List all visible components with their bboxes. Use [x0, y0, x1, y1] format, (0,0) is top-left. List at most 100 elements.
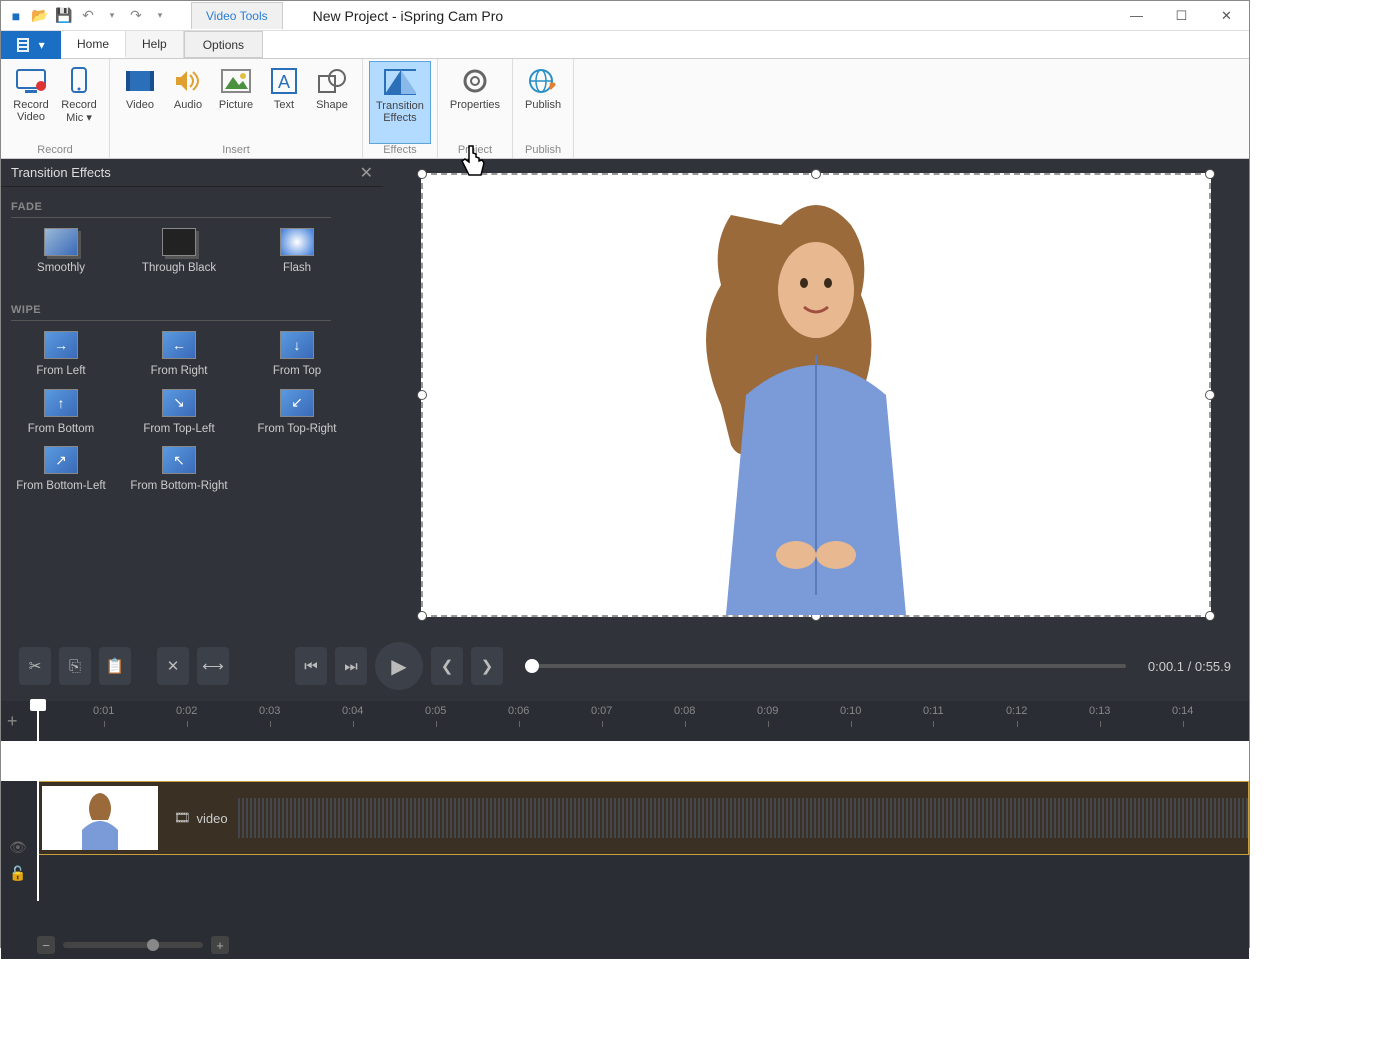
insert-audio-button[interactable]: Audio [164, 61, 212, 144]
picture-icon [220, 65, 252, 97]
effect-from-top-left[interactable]: ↘From Top-Left [129, 389, 229, 437]
publish-label: Publish [525, 99, 561, 111]
zoom-in-button[interactable]: + [211, 936, 229, 954]
effect-from-top-right[interactable]: ↙From Top-Right [247, 389, 347, 437]
effect-from-bottom-left[interactable]: ↗From Bottom-Left [11, 446, 111, 494]
insert-video-label: Video [126, 99, 154, 111]
cut-button[interactable]: ✂ [19, 647, 51, 685]
track-lock-icon[interactable]: 🔓 [9, 865, 26, 882]
zoom-slider[interactable] [63, 942, 203, 948]
effect-from-bottom-right[interactable]: ↖From Bottom-Right [129, 446, 229, 494]
panel-body: FADE Smoothly Through Black Flash WIPE →… [1, 187, 383, 631]
playhead[interactable] [37, 701, 39, 901]
player-controls: ✂ ⎘ 📋 ✕ ⟷ ⏮ ⏭ ▶ ❮ ❯ 0:00.1 / 0:55.9 [1, 631, 1249, 701]
fade-category-label: FADE [11, 201, 373, 213]
effect-flash[interactable]: Flash [247, 228, 347, 276]
project-group-label: Project [458, 144, 492, 158]
undo-icon[interactable]: ↶ [77, 5, 99, 27]
effects-group-label: Effects [383, 144, 416, 158]
prev-frame-button[interactable]: ⏮ [295, 647, 327, 685]
effect-from-bottom[interactable]: ↑From Bottom [11, 389, 111, 437]
effect-from-right[interactable]: ←From Right [129, 331, 229, 379]
globe-upload-icon [527, 65, 559, 97]
qat-dropdown-icon[interactable]: ▾ [101, 5, 123, 27]
transition-effects-label: Transition Effects [376, 100, 424, 124]
maximize-button[interactable]: ☐ [1159, 2, 1204, 30]
window-title: New Project - iSpring Cam Pro [313, 8, 504, 24]
effect-from-left[interactable]: →From Left [11, 331, 111, 379]
insert-picture-label: Picture [219, 99, 253, 111]
record-group-label: Record [37, 144, 72, 158]
add-track-icon[interactable]: + [7, 711, 18, 732]
close-button[interactable]: ✕ [1204, 2, 1249, 30]
insert-text-button[interactable]: A Text [260, 61, 308, 144]
publish-button[interactable]: Publish [519, 61, 567, 144]
app-icon[interactable]: ■ [5, 5, 27, 27]
insert-shape-label: Shape [316, 99, 348, 111]
quick-access-toolbar: ■ 📂 💾 ↶ ▾ ↷ ▾ [1, 5, 171, 27]
video-frame-content [686, 195, 946, 615]
transition-effects-button[interactable]: Transition Effects [369, 61, 431, 144]
paste-button[interactable]: 📋 [99, 647, 131, 685]
track-visibility-icon[interactable]: 👁 [9, 839, 27, 856]
phone-mic-icon [63, 65, 95, 97]
open-icon[interactable]: 📂 [29, 5, 51, 27]
copy-button[interactable]: ⎘ [59, 647, 91, 685]
time-display: 0:00.1 / 0:55.9 [1148, 659, 1231, 674]
panel-close-icon[interactable]: ✕ [360, 163, 373, 183]
effect-through-black[interactable]: Through Black [129, 228, 229, 276]
record-mic-label: Record Mic ▾ [61, 99, 96, 124]
ribbon-group-project: Properties Project [438, 59, 513, 158]
tab-help[interactable]: Help [126, 31, 184, 58]
qat-dropdown2-icon[interactable]: ▾ [149, 5, 171, 27]
properties-label: Properties [450, 99, 500, 111]
ruler-tick: 0:07 [591, 705, 612, 717]
preview-canvas[interactable] [421, 173, 1211, 617]
ruler-tick: 0:01 [93, 705, 114, 717]
ribbon-group-record: Record Video Record Mic ▾ Record [1, 59, 110, 158]
ruler-tick: 0:02 [176, 705, 197, 717]
timeline-zoom-bar: − + [1, 931, 1249, 959]
step-fwd-button[interactable]: ❯ [471, 647, 503, 685]
tab-options[interactable]: Options [184, 31, 263, 58]
publish-group-label: Publish [525, 144, 561, 158]
timeline-ruler[interactable]: 0:01 0:02 0:03 0:04 0:05 0:06 0:07 0:08 … [31, 701, 1249, 741]
save-icon[interactable]: 💾 [53, 5, 75, 27]
step-back-button[interactable]: ❮ [431, 647, 463, 685]
timeline-ruler-row: + 0:01 0:02 0:03 0:04 0:05 0:06 0:07 0:0… [1, 701, 1249, 741]
svg-text:A: A [278, 72, 290, 92]
effect-smoothly[interactable]: Smoothly [11, 228, 111, 276]
seek-handle[interactable] [525, 659, 539, 673]
video-track-clip[interactable]: 🎞 video [37, 781, 1249, 855]
properties-button[interactable]: Properties [444, 61, 506, 144]
next-frame-button[interactable]: ⏭ [335, 647, 367, 685]
record-video-button[interactable]: Record Video [7, 61, 55, 144]
clip-thumbnail [42, 786, 158, 850]
panel-title: Transition Effects [11, 165, 111, 180]
minimize-button[interactable]: — [1114, 2, 1159, 30]
insert-video-button[interactable]: Video [116, 61, 164, 144]
insert-shape-button[interactable]: Shape [308, 61, 356, 144]
trim-button[interactable]: ✕ [157, 647, 189, 685]
window-controls: — ☐ ✕ [1114, 2, 1249, 30]
audio-waveform [238, 798, 1248, 838]
play-button[interactable]: ▶ [375, 642, 423, 690]
speaker-icon [172, 65, 204, 97]
split-button[interactable]: ⟷ [197, 647, 229, 685]
wipe-category-label: WIPE [11, 304, 373, 316]
seek-bar[interactable] [525, 664, 1126, 668]
tab-home[interactable]: Home [61, 31, 126, 58]
zoom-out-button[interactable]: − [37, 936, 55, 954]
text-icon: A [268, 65, 300, 97]
record-mic-button[interactable]: Record Mic ▾ [55, 61, 103, 144]
video-tools-tab[interactable]: Video Tools [191, 2, 283, 29]
ribbon-group-publish: Publish Publish [513, 59, 574, 158]
redo-icon[interactable]: ↷ [125, 5, 147, 27]
clip-label: 🎞 video [174, 810, 228, 826]
file-menu[interactable]: ▾ [1, 31, 61, 59]
ruler-tick: 0:09 [757, 705, 778, 717]
insert-picture-button[interactable]: Picture [212, 61, 260, 144]
effect-from-top[interactable]: ↓From Top [247, 331, 347, 379]
shape-icon [316, 65, 348, 97]
wipe-grid: →From Left ←From Right ↓From Top ↑From B… [11, 331, 373, 504]
